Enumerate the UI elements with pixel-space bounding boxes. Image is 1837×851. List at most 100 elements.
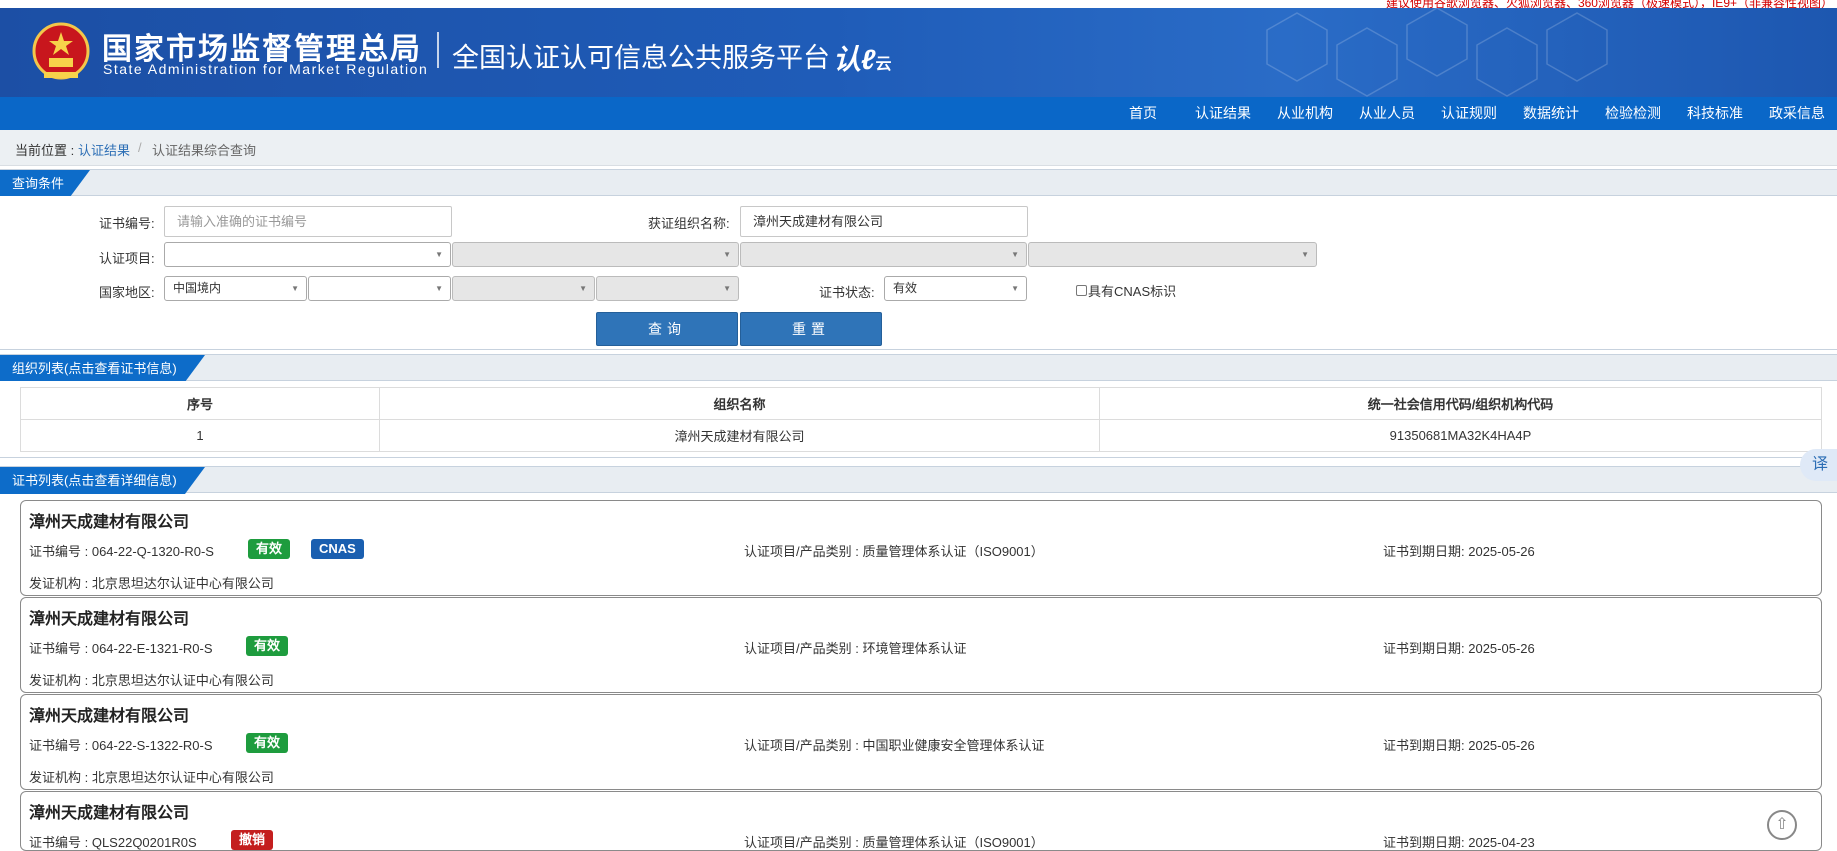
query-panel: 证书编号: 请输入准确的证书编号 获证组织名称: 漳州天成建材有限公司 认证项目… (0, 196, 1837, 350)
header-divider (437, 32, 439, 68)
cert-issuer-label: 发证机构 : (29, 576, 92, 591)
nav-item-cert-results[interactable]: 认证结果 (1183, 97, 1263, 130)
cert-number-label: 证书编号 : (29, 738, 92, 753)
cnas-checkbox[interactable]: 具有CNAS标识 (1076, 281, 1176, 300)
region-select-city[interactable]: ▼ (452, 276, 595, 301)
breadcrumb-link-cert-results[interactable]: 认证结果 (78, 140, 130, 159)
cert-card[interactable]: 漳州天成建材有限公司 证书编号 : 064-22-S-1322-R0-S 有效 … (20, 694, 1822, 790)
cert-issuer-value: 北京思坦达尔认证中心有限公司 (91, 673, 274, 688)
region-select-province[interactable]: ▼ (308, 276, 451, 301)
cert-org-name: 漳州天成建材有限公司 (29, 611, 190, 628)
org-name-label: 获证组织名称: (648, 216, 730, 231)
hexagon-pattern-decoration (1266, 8, 1608, 97)
cert-number: 证书编号 : 064-22-S-1322-R0-S (29, 735, 213, 754)
nav-item-statistics[interactable]: 数据统计 (1511, 97, 1591, 130)
cert-expiry-label: 证书到期日期: (1383, 544, 1469, 559)
cert-number-label: 证书编号 : (29, 835, 92, 850)
national-emblem-icon (32, 22, 90, 80)
nav-item-cert-rules[interactable]: 认证规则 (1429, 97, 1509, 130)
status-badge: 有效 (248, 539, 291, 559)
chevron-down-icon: ▼ (723, 250, 731, 259)
nav-item-inspection[interactable]: 检验检测 (1593, 97, 1673, 130)
breadcrumb-current: 认证结果综合查询 (152, 143, 257, 158)
org-name-input[interactable]: 漳州天成建材有限公司 (740, 206, 1028, 237)
cert-issuer: 发证机构 : 北京思坦达尔认证中心有限公司 (29, 670, 274, 689)
chevron-down-icon: ▼ (1011, 284, 1019, 293)
cnas-badge: CNAS (311, 539, 364, 559)
cert-number: 证书编号 : 064-22-E-1321-R0-S (29, 638, 213, 657)
cert-card[interactable]: 漳州天成建材有限公司 证书编号 : QLS22Q0201R0S 撤销 认证项目/… (20, 791, 1822, 851)
cert-org-name: 漳州天成建材有限公司 (29, 514, 190, 531)
chevron-down-icon: ▼ (435, 284, 443, 293)
search-button[interactable]: 查询 (596, 312, 738, 346)
cert-number: 证书编号 : QLS22Q0201R0S (29, 832, 197, 850)
agency-title-en: State Administration for Market Regulati… (103, 61, 429, 77)
cert-expiry-value: 2025-05-26 (1468, 641, 1535, 656)
cert-issuer-label: 发证机构 : (29, 770, 92, 785)
checkbox-box[interactable] (1076, 285, 1087, 296)
nav-item-home[interactable]: 首页 (1119, 97, 1181, 130)
cert-item-label: 认证项目: (99, 251, 155, 266)
translate-button[interactable]: 译 (1800, 449, 1837, 481)
breadcrumb-label: 当前位置 : (15, 143, 75, 158)
cert-status-label: 证书状态: (819, 285, 875, 300)
cert-expiry-value: 2025-05-26 (1468, 544, 1535, 559)
cert-org-name: 漳州天成建材有限公司 (29, 708, 190, 725)
cert-item-select-4[interactable]: ▼ (1028, 242, 1317, 267)
cert-no-label: 证书编号: (99, 216, 155, 231)
site-header: 国家市场监督管理总局 State Administration for Mark… (0, 8, 1837, 97)
cert-number-value: 064-22-E-1321-R0-S (91, 641, 213, 656)
org-table-header-code: 统一社会信用代码/组织机构代码 (1099, 387, 1822, 420)
table-row[interactable]: 1 漳州天成建材有限公司 91350681MA32K4HA4P (20, 419, 1822, 452)
org-table-header-name: 组织名称 (379, 387, 1100, 420)
chevron-down-icon: ▼ (1301, 250, 1309, 259)
cert-expiry: 证书到期日期: 2025-05-26 (1383, 638, 1535, 657)
top-notice-strip: 建议使用谷歌浏览器、火狐浏览器、360浏览器（极速模式），IE9+（非兼容性视图… (0, 0, 1837, 10)
platform-logo-suffix: 云 (875, 56, 892, 73)
chevron-down-icon: ▼ (291, 284, 299, 293)
cert-item-select-3[interactable]: ▼ (740, 242, 1027, 267)
back-to-top-icon[interactable]: ⇧ (1767, 810, 1797, 840)
cert-card[interactable]: 漳州天成建材有限公司 证书编号 : 064-22-E-1321-R0-S 有效 … (20, 597, 1822, 693)
org-row-name[interactable]: 漳州天成建材有限公司 (379, 419, 1100, 452)
nav-item-agencies[interactable]: 从业机构 (1265, 97, 1345, 130)
cert-item: 认证项目/产品类别 : 质量管理体系认证（ISO9001） (744, 541, 1044, 560)
cert-item-value: 质量管理体系认证（ISO9001） (862, 544, 1044, 559)
cert-item-select-2[interactable]: ▼ (452, 242, 739, 267)
reset-button[interactable]: 重置 (740, 312, 882, 346)
cert-number: 证书编号 : 064-22-Q-1320-R0-S (29, 541, 214, 560)
cert-expiry: 证书到期日期: 2025-05-26 (1383, 735, 1535, 754)
nav-item-standards[interactable]: 科技标准 (1675, 97, 1755, 130)
org-list-section-header: 组织列表(点击查看证书信息) (0, 354, 1837, 381)
cert-no-input[interactable]: 请输入准确的证书编号 (164, 206, 452, 237)
region-select-district[interactable]: ▼ (596, 276, 739, 301)
cert-status-select[interactable]: 有效 ▼ (884, 276, 1027, 301)
query-section-title: 查询条件 (0, 170, 90, 197)
cnas-checkbox-label: 具有CNAS标识 (1088, 284, 1177, 299)
nav-item-personnel[interactable]: 从业人员 (1347, 97, 1427, 130)
main-nav: 首页 认证结果 从业机构 从业人员 认证规则 数据统计 检验检测 科技标准 政采… (0, 97, 1837, 130)
nav-item-procurement[interactable]: 政采信息 (1757, 97, 1837, 130)
cert-list-section-header: 证书列表(点击查看详细信息) (0, 466, 1837, 493)
chevron-down-icon: ▼ (723, 284, 731, 293)
cert-item-label: 认证项目/产品类别 : (744, 738, 863, 753)
cert-org-name: 漳州天成建材有限公司 (29, 805, 190, 822)
cert-expiry-value: 2025-05-26 (1468, 738, 1535, 753)
cert-item-label: 认证项目/产品类别 : (744, 835, 863, 850)
region-select-country[interactable]: 中国境内 ▼ (164, 276, 307, 301)
region-label: 国家地区: (99, 285, 155, 300)
cert-issuer-value: 北京思坦达尔认证中心有限公司 (91, 770, 274, 785)
query-section-header: 查询条件 (0, 169, 1837, 196)
cert-number-value: 064-22-S-1322-R0-S (91, 738, 213, 753)
chevron-down-icon: ▼ (435, 250, 443, 259)
cert-card[interactable]: 漳州天成建材有限公司 证书编号 : 064-22-Q-1320-R0-S 有效 … (20, 500, 1822, 596)
cert-issuer: 发证机构 : 北京思坦达尔认证中心有限公司 (29, 573, 274, 592)
platform-logo: 认ℓ云 (833, 38, 891, 78)
cert-status-value: 有效 (893, 281, 918, 295)
cert-item-select-1[interactable]: ▼ (164, 242, 451, 267)
cert-item-value: 质量管理体系认证（ISO9001） (862, 835, 1044, 850)
cert-item: 认证项目/产品类别 : 环境管理体系认证 (744, 638, 966, 657)
cert-number-label: 证书编号 : (29, 641, 92, 656)
cert-expiry-label: 证书到期日期: (1383, 835, 1469, 850)
cert-issuer-label: 发证机构 : (29, 673, 92, 688)
